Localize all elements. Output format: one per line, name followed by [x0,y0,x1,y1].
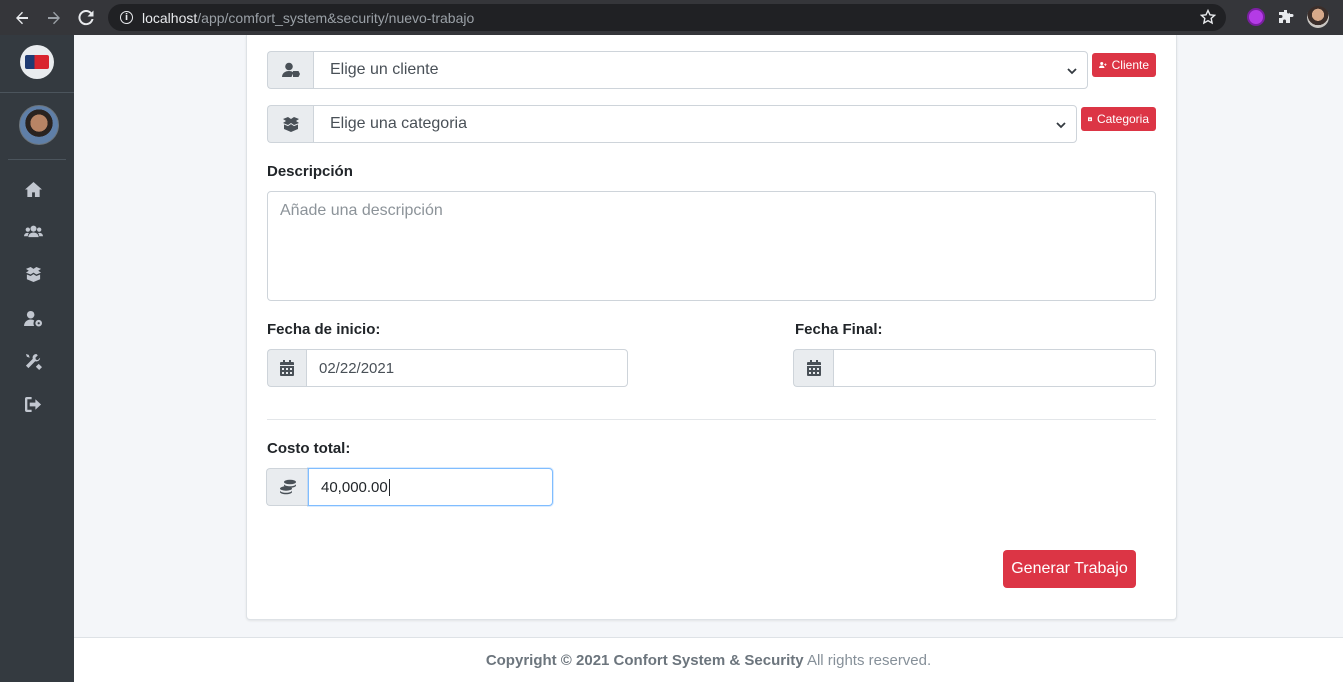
descripcion-textarea[interactable]: Añade una descripción [267,191,1156,301]
fecha-inicio-group: 02/22/2021 [267,349,628,387]
reload-icon[interactable] [76,8,96,28]
chevron-down-icon [1056,122,1066,129]
users-icon[interactable] [23,222,43,240]
boxes-icon[interactable] [23,265,43,283]
puzzle-icon[interactable] [1278,9,1294,25]
user-tag-icon [267,51,313,89]
fecha-inicio-value: 02/22/2021 [319,359,395,377]
costo-label: Costo total: [267,440,351,457]
text-caret [388,478,390,496]
fecha-final-group [793,349,1156,387]
calendar-plus-icon [1088,116,1092,122]
sidebar [0,35,74,682]
url-path: /app/comfort_system&security/nuevo-traba… [197,9,475,26]
footer-rights: All rights reserved. [803,651,932,669]
home-icon[interactable] [23,180,43,198]
chevron-down-icon [1067,68,1077,75]
coins-icon [266,468,308,506]
user-avatar[interactable] [19,105,59,145]
calendar-icon [793,349,833,387]
sidebar-divider [0,92,74,93]
fecha-final-input[interactable] [833,349,1156,387]
boxes-icon [267,105,313,143]
user-cog-icon[interactable] [23,309,43,327]
extension-icon[interactable] [1247,8,1265,26]
costo-input[interactable]: 40,000.00 [308,468,553,506]
fecha-final-label: Fecha Final: [795,321,883,338]
forward-arrow-icon[interactable] [44,8,64,28]
cliente-input-group: Elige un cliente [267,51,1088,89]
cliente-select[interactable]: Elige un cliente [313,51,1088,89]
sidebar-divider [8,159,66,160]
bookmark-star-icon[interactable] [1200,9,1216,25]
categoria-select[interactable]: Elige una categoria [313,105,1077,143]
browser-toolbar: i localhost/app/comfort_system&security/… [0,0,1343,35]
fecha-inicio-label: Fecha de inicio: [267,321,381,338]
add-categoria-button[interactable]: Categoria [1081,107,1156,131]
generar-trabajo-button[interactable]: Generar Trabajo [1003,550,1136,588]
url-host: localhost [142,9,198,26]
calendar-icon [267,349,306,387]
categoria-input-group: Elige una categoria [267,105,1077,143]
info-icon[interactable]: i [120,11,133,24]
add-cliente-button[interactable]: Cliente [1092,53,1156,77]
costo-value: 40,000.00 [321,478,388,496]
footer: Copyright © 2021 Confort System & Securi… [74,637,1343,682]
section-divider [267,419,1156,420]
sign-out-icon[interactable] [23,395,43,413]
brand-logo[interactable] [20,45,54,79]
descripcion-label: Descripción [267,163,353,180]
footer-copyright: Copyright © 2021 Confort System & Securi… [485,651,804,669]
profile-avatar[interactable] [1307,6,1329,28]
add-categoria-label: Categoria [1096,112,1149,126]
add-cliente-label: Cliente [1111,58,1149,72]
descripcion-placeholder: Añade una descripción [280,202,443,219]
fecha-inicio-input[interactable]: 02/22/2021 [306,349,628,387]
tools-icon[interactable] [23,352,43,370]
user-plus-icon [1099,61,1107,69]
cliente-select-value: Elige un cliente [330,61,439,78]
costo-group: 40,000.00 [266,468,553,506]
address-bar[interactable]: i localhost/app/comfort_system&security/… [108,4,1226,31]
categoria-select-value: Elige una categoria [330,115,467,132]
back-arrow-icon[interactable] [12,8,32,28]
